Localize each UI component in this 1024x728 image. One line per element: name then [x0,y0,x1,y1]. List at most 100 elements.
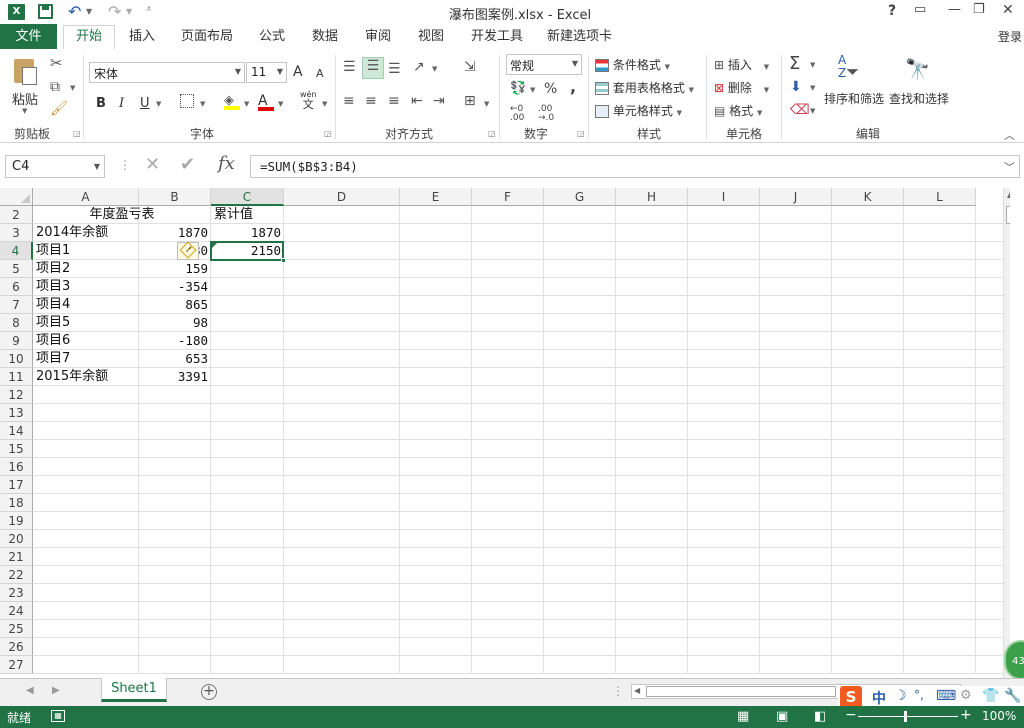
fill-color-dropdown-icon[interactable]: ▼ [244,100,249,108]
comma-button[interactable]: , [570,77,576,96]
column-header-b[interactable]: B [139,188,211,206]
cell-c2[interactable]: 累计值 [214,206,253,224]
cell-a11[interactable]: 2015年余额 [36,368,108,386]
paste-dropdown-icon[interactable]: ▼ [22,107,27,115]
autosum-icon[interactable]: Σ [789,53,800,74]
row-header-21[interactable]: 21 [0,548,33,566]
row-header-12[interactable]: 12 [0,386,33,404]
redo-dropdown-icon[interactable]: ▼ [126,7,132,16]
row-header-25[interactable]: 25 [0,620,33,638]
autosum-dropdown-icon[interactable]: ▼ [810,61,815,69]
cell-a5[interactable]: 项目2 [36,260,70,278]
row-header-14[interactable]: 14 [0,422,33,440]
clipboard-launcher-icon[interactable]: ◲ [73,129,81,138]
font-launcher-icon[interactable]: ◲ [324,129,332,138]
ribbon-display-options-button[interactable]: ▭ [914,2,926,17]
cell-b7[interactable]: 865 [139,296,208,314]
grow-font-button[interactable]: A [293,64,303,80]
fill-handle[interactable] [281,258,286,263]
shrink-font-button[interactable]: A [316,67,324,80]
warning-smarttag[interactable]: ! [177,241,199,260]
orientation-dropdown-icon[interactable]: ▼ [432,65,437,73]
name-box[interactable]: C4 ▼ [5,155,105,178]
row-header-17[interactable]: 17 [0,476,33,494]
column-header-k[interactable]: K [832,188,904,206]
wrap-text-icon[interactable]: ⇲ [464,59,476,75]
number-launcher-icon[interactable]: ◲ [577,129,585,138]
scroll-left-icon[interactable]: ◀ [634,686,640,695]
sort-filter-icon[interactable]: A Z⏷ [838,54,859,80]
tab-file[interactable]: 文件 [0,24,57,49]
row-header-5[interactable]: 5 [0,260,33,278]
column-header-h[interactable]: H [616,188,688,206]
expand-formula-icon[interactable]: ﹀ [1004,159,1015,175]
select-all-corner[interactable] [0,188,33,206]
tab-page-layout[interactable]: 页面布局 [181,28,233,48]
merge-center-icon[interactable]: ⊞ [464,93,476,109]
row-header-22[interactable]: 22 [0,566,33,584]
collapse-ribbon-icon[interactable]: ︿ [1004,127,1015,143]
insert-cells-button[interactable]: ⊞ 插入 ▼ [714,56,769,73]
redo-icon[interactable]: ↷ [108,2,121,21]
row-header-11[interactable]: 11 [0,368,33,386]
zoom-thumb[interactable] [904,711,907,722]
column-header-i[interactable]: I [688,188,760,206]
scroll-up-icon[interactable]: ▲ [1007,190,1010,199]
align-top-icon[interactable]: ☰ [343,59,356,75]
number-format-select[interactable]: 常规 ▼ [506,54,582,75]
italic-button[interactable]: I [119,96,124,111]
align-right-icon[interactable]: ≡ [388,93,400,109]
font-color-button[interactable]: A [258,93,274,111]
cell-b10[interactable]: 653 [139,350,208,368]
cell-a10[interactable]: 项目7 [36,350,70,368]
borders-dropdown-icon[interactable]: ▼ [200,100,205,108]
font-color-dropdown-icon[interactable]: ▼ [278,100,283,108]
save-icon[interactable] [38,4,53,19]
paste-button[interactable]: 粘贴 [12,89,38,108]
row-header-10[interactable]: 10 [0,350,33,368]
normal-view-icon[interactable]: ▦ [737,709,749,724]
format-painter-icon[interactable]: 🖌 [50,101,68,117]
row-header-18[interactable]: 18 [0,494,33,512]
tab-formulas[interactable]: 公式 [259,28,285,48]
cell-a8[interactable]: 项目5 [36,314,70,332]
skin-icon[interactable]: 👕 [982,688,999,704]
find-select-button[interactable]: 查找和选择 [889,90,949,107]
font-name-select[interactable]: 宋体 ▼ [89,62,245,83]
paste-icon[interactable] [12,57,38,87]
row-header-13[interactable]: 13 [0,404,33,422]
cancel-edit-icon[interactable]: ✕ [145,154,160,175]
undo-dropdown-icon[interactable]: ▼ [86,7,92,16]
column-header-c[interactable]: C [211,188,284,206]
column-header-l[interactable]: L [904,188,976,206]
zoom-out-button[interactable]: − [845,707,857,723]
row-header-6[interactable]: 6 [0,278,33,296]
orientation-icon[interactable]: ↗ [413,59,425,75]
decrease-decimal-icon[interactable]: .00 →.0 [538,105,554,123]
page-layout-view-icon[interactable]: ▣ [776,709,788,724]
copy-icon[interactable]: ⧉ [50,79,60,95]
increase-indent-icon[interactable]: ⇥ [433,93,445,109]
column-header-a[interactable]: A [33,188,139,206]
cell-b3[interactable]: 1870 [139,224,208,242]
zoom-level[interactable]: 100% [982,709,1016,723]
align-middle-icon[interactable]: ☰ [362,57,384,79]
cell-a3[interactable]: 2014年余额 [36,224,108,242]
cell-a4[interactable]: 项目1 [36,242,70,260]
worksheet-grid[interactable]: ABCDEFGHIJKL 2 3 4 5 6 7 8 9 10 11 12 13 14 15 16 17 18 1… [0,188,1010,678]
minimize-button[interactable]: — [948,2,961,17]
scroll-thumb[interactable] [1006,206,1010,224]
fill-icon[interactable]: ⬇ [790,79,802,95]
tab-insert[interactable]: 插入 [129,28,155,48]
cell-a6[interactable]: 项目3 [36,278,70,296]
phonetic-button[interactable]: wén 文 [300,90,317,110]
column-header-g[interactable]: G [544,188,616,206]
moon-icon[interactable]: ☽ [894,688,907,704]
tab-new[interactable]: 新建选项卡 [547,28,612,48]
maximize-button[interactable]: ❐ [973,2,985,17]
sort-filter-button[interactable]: 排序和筛选 [824,90,884,107]
wrench-icon[interactable]: 🔧 [1004,688,1021,704]
zoom-slider[interactable] [858,716,958,717]
tab-view[interactable]: 视图 [418,28,444,48]
fill-color-icon[interactable]: ◈ [224,93,240,110]
